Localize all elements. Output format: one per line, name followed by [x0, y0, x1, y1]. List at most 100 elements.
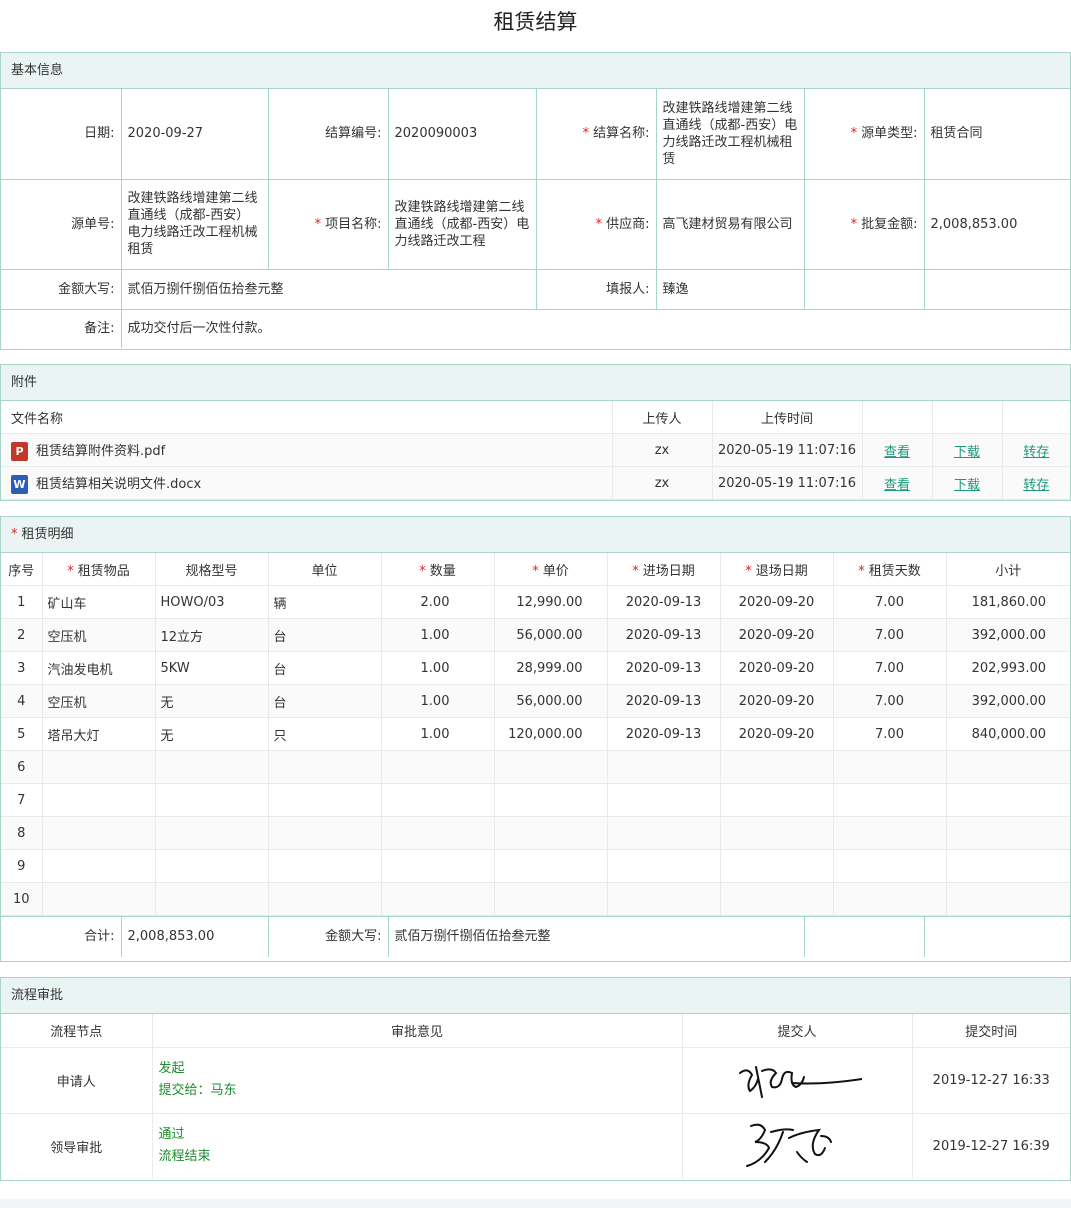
detail-cell-sub: 392,000.00 [946, 618, 1070, 652]
required-mark: * [850, 126, 858, 142]
detail-cell-sub [946, 849, 1070, 883]
detail-cell-days: 7.00 [833, 651, 947, 685]
detail-cell-qty: 1.00 [381, 717, 495, 751]
code-label: 结算编号: [267, 89, 389, 180]
detail-cell-sub [946, 783, 1070, 817]
basic-info-panel: 基本信息 日期: 2020-09-27 结算编号: 2020090003 * 结算… [0, 52, 1071, 350]
attachment-row: W 租赁结算相关说明文件.docx zx 2020-05-19 11:07:16 … [1, 466, 1070, 500]
detail-cell-out: 2020-09-20 [720, 717, 834, 751]
save-link[interactable]: 转存 [1023, 478, 1049, 493]
basic-info-header: 基本信息 [1, 53, 1070, 89]
detail-cell-out: 2020-09-20 [720, 618, 834, 652]
detail-cell-spec [155, 783, 269, 817]
col-subtotal: 小计 [946, 553, 1070, 586]
name-label: * 结算名称: [535, 89, 657, 180]
rental-detail-table: 序号 * 租赁物品 规格型号 单位 * 数量 * 单价 * 进场日期 * 退场日期 * 租赁… [1, 553, 1070, 916]
remark-value: 成功交付后一次性付款。 [120, 308, 1071, 348]
detail-cell-out: 2020-09-20 [720, 585, 834, 619]
detail-cell-sub [946, 882, 1070, 916]
detail-cell-out [720, 849, 834, 883]
required-mark: * [850, 216, 858, 232]
project-value: 改建铁路线增建第二线直通线（成都-西安）电力线路迁改工程 [387, 178, 537, 270]
detail-cell-out: 2020-09-20 [720, 651, 834, 685]
detail-cell-in: 2020-09-13 [607, 618, 721, 652]
detail-cell-item: 空压机 [42, 684, 156, 718]
detail-cell-in: 2020-09-13 [607, 651, 721, 685]
detail-cell-price [494, 882, 608, 916]
total-label: 合计: [1, 916, 122, 957]
required-mark: * [314, 216, 322, 232]
approved-amount-value: 2,008,853.00 [923, 178, 1071, 270]
detail-cell-sub: 392,000.00 [946, 684, 1070, 718]
download-link[interactable]: 下载 [954, 445, 980, 460]
uploader: zx [612, 466, 713, 500]
word-file-icon: W [11, 474, 28, 494]
flow-row: 申请人 发起 提交给：马东 臻逸 2019-12-27 16:33 [1, 851, 1070, 1114]
reporter-value: 臻逸 [655, 268, 805, 310]
detail-cell-no: 8 [1, 816, 43, 850]
detail-cell-spec [155, 882, 269, 916]
col-submit-time: 提交时间 [912, 1014, 1070, 1048]
detail-cell-days [833, 816, 947, 850]
detail-cell-in [607, 816, 721, 850]
file-name[interactable]: 租赁结算附件资料.pdf [36, 444, 165, 459]
source-no-value: 改建铁路线增建第二线直通线（成都-西安）电力线路迁改工程机械租赁 [120, 178, 269, 270]
uploader: zx [612, 433, 713, 467]
attachment-header: 附件 [1, 365, 1070, 401]
detail-cell-in [607, 750, 721, 784]
detail-cell-spec: HOWO/03 [155, 585, 269, 619]
detail-cell-unit: 台 [268, 618, 382, 652]
required-mark: * [11, 527, 18, 542]
detail-row: 5 塔吊大灯无只 1.00 120,000.00 2020-09-13 2020-09-2… [1, 717, 1070, 751]
detail-cell-out [720, 783, 834, 817]
total-cn-value: 贰佰万捌仟捌佰伍拾叁元整 [387, 916, 805, 957]
name-value: 改建铁路线增建第二线直通线（成都-西安）电力线路迁改工程机械租赁 [655, 89, 805, 180]
detail-cell-no: 4 [1, 684, 43, 718]
detail-cell-spec: 无 [155, 684, 269, 718]
detail-cell-spec [155, 750, 269, 784]
detail-cell-no: 5 [1, 717, 43, 751]
detail-row: 10 [1, 882, 1070, 916]
total-value: 2,008,853.00 [120, 916, 269, 957]
detail-cell-item: 塔吊大灯 [42, 717, 156, 751]
project-label: * 项目名称: [267, 178, 389, 270]
detail-cell-item [42, 750, 156, 784]
detail-cell-price: 28,999.00 [494, 651, 608, 685]
detail-cell-item: 矿山车 [42, 585, 156, 619]
detail-cell-price [494, 816, 608, 850]
view-link[interactable]: 查看 [884, 478, 910, 493]
detail-header-row: 序号 * 租赁物品 规格型号 单位 * 数量 * 单价 * 进场日期 * 退场日期 * 租赁… [1, 553, 1070, 586]
download-link[interactable]: 下载 [954, 478, 980, 493]
view-link[interactable]: 查看 [884, 445, 910, 460]
flow-time: 2019-12-27 16:33 [912, 1047, 1070, 1114]
detail-cell-spec: 12立方 [155, 618, 269, 652]
detail-cell-days [833, 783, 947, 817]
detail-cell-price: 56,000.00 [494, 684, 608, 718]
detail-row: 1 矿山车 HOWO/03 辆 2.00 12,990.00 2020-09-13 2020-… [1, 585, 1070, 619]
detail-cell-days [833, 882, 947, 916]
detail-cell-qty: 1.00 [381, 651, 495, 685]
pdf-file-icon: P [11, 441, 28, 461]
detail-cell-in [607, 882, 721, 916]
rental-detail-header: * 租赁明细 [1, 517, 1070, 553]
col-unit: 单位 [268, 553, 382, 586]
rental-detail-panel: * 租赁明细 序号 * 租赁物品 规格型号 单位 * 数量 * 单价 * 进场日期 * 退场… [0, 516, 1071, 962]
detail-cell-out [720, 882, 834, 916]
detail-cell-days [833, 849, 947, 883]
signature-madong: 马东 [537, 914, 832, 1168]
detail-cell-qty: 1.00 [381, 684, 495, 718]
flow-opinion: 通过 流程结束 [152, 1113, 683, 1179]
detail-cell-spec [155, 849, 269, 883]
detail-cell-sub: 181,860.00 [946, 585, 1070, 619]
col-out-date: * 退场日期 [720, 553, 834, 586]
file-name[interactable]: 租赁结算相关说明文件.docx [36, 477, 201, 492]
approved-amount-label: * 批复金额: [803, 178, 925, 270]
col-price: * 单价 [494, 553, 608, 586]
save-link[interactable]: 转存 [1023, 445, 1049, 460]
source-type-value: 租赁合同 [923, 89, 1071, 180]
flow-node: 申请人 [1, 1047, 153, 1114]
detail-cell-in: 2020-09-13 [607, 585, 721, 619]
detail-cell-unit: 台 [268, 651, 382, 685]
detail-cell-no: 1 [1, 585, 43, 619]
detail-cell-days [833, 750, 947, 784]
